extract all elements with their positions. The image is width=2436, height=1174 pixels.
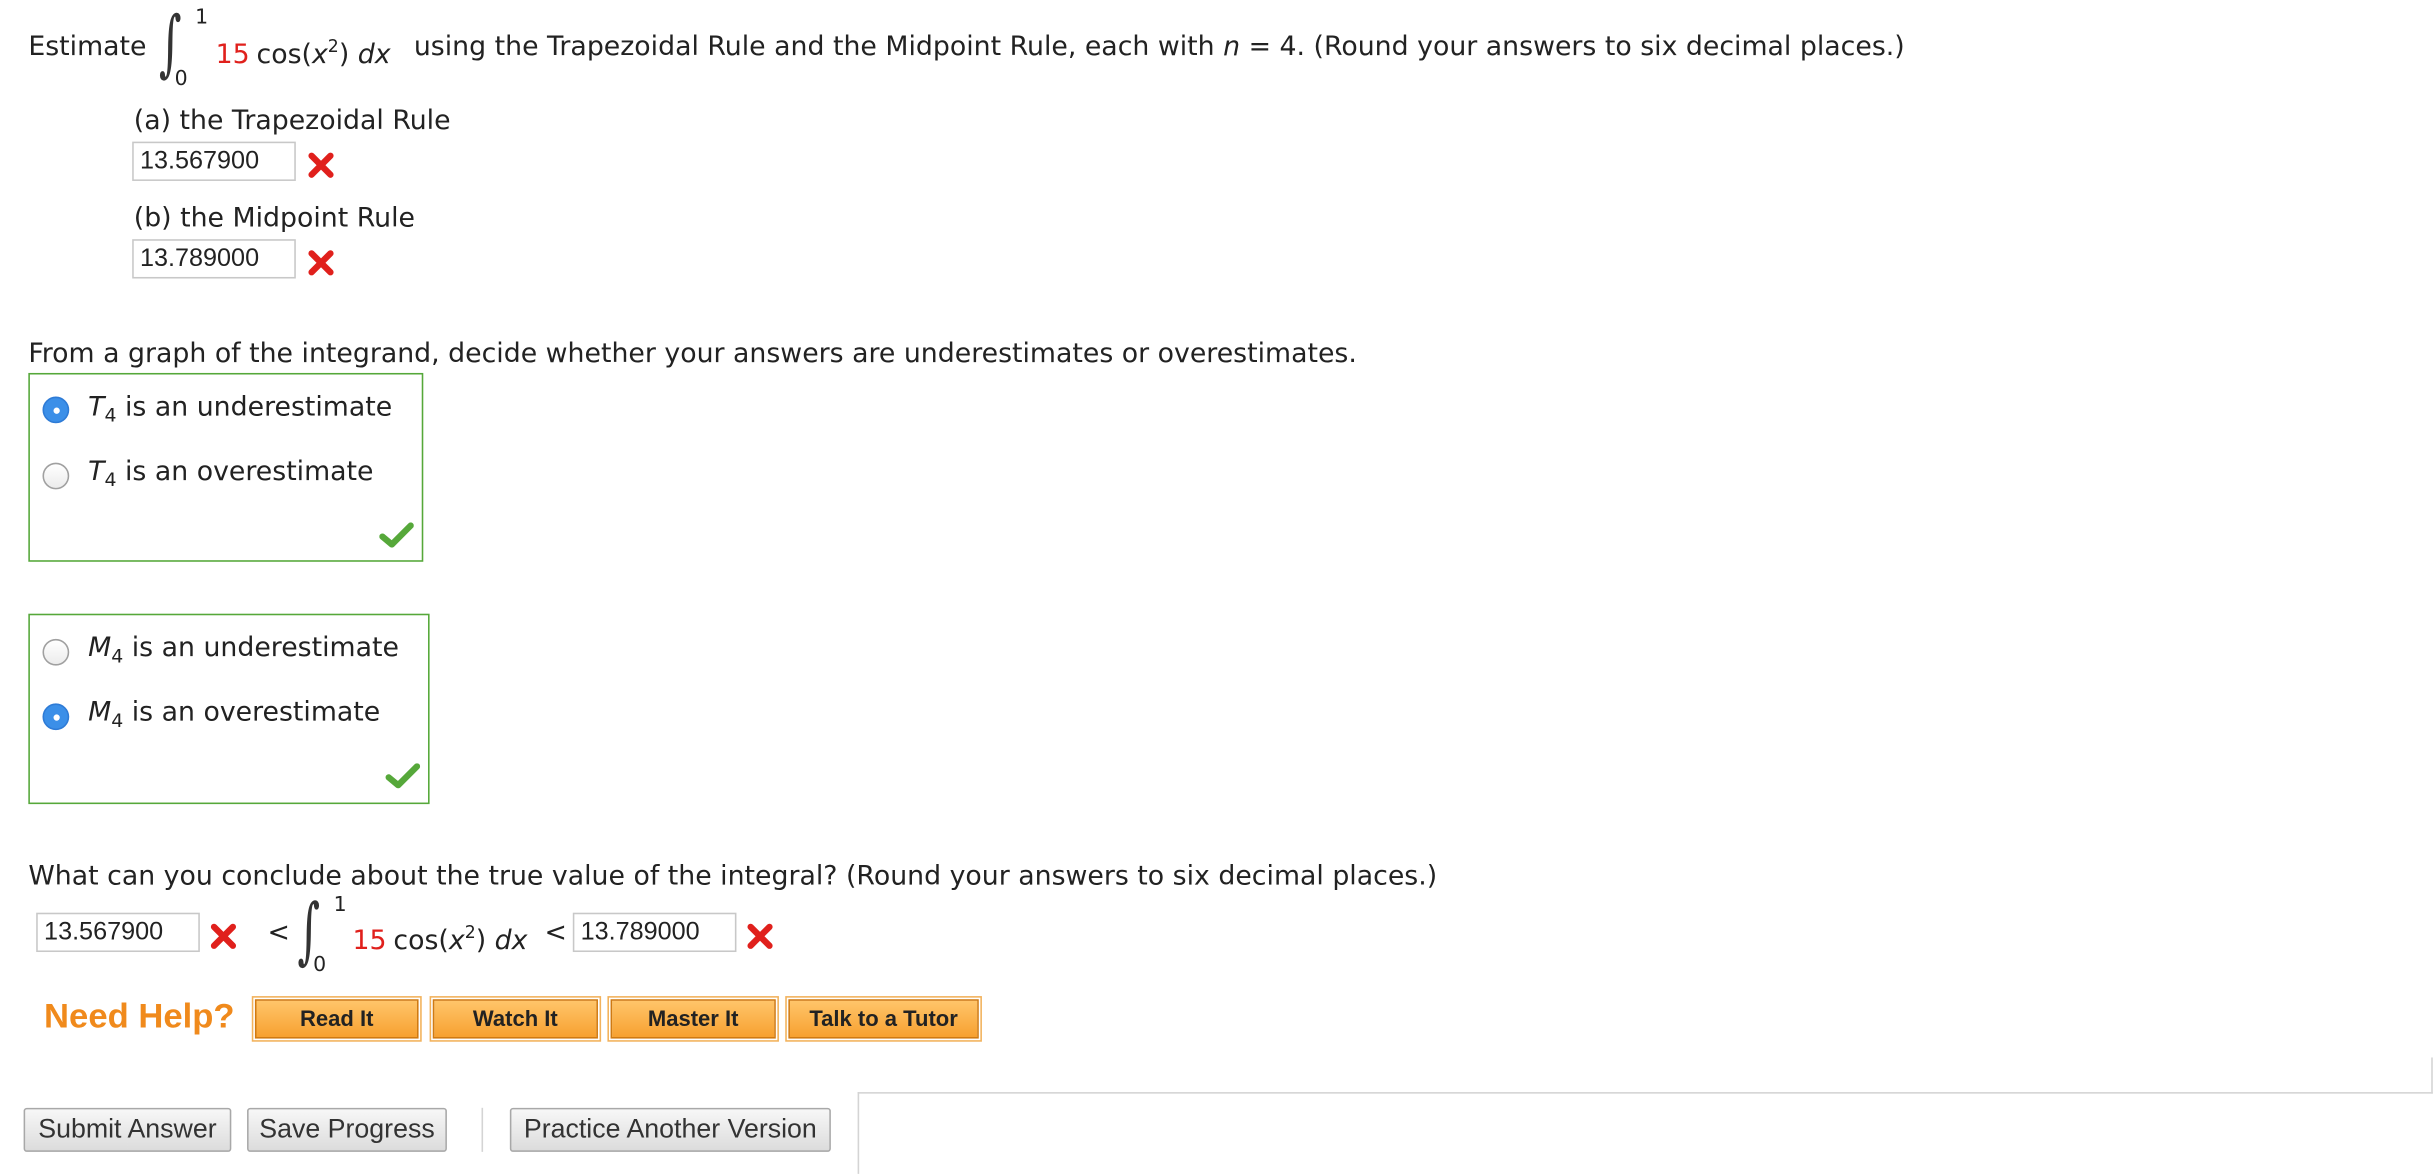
footer-divider bbox=[2431, 1057, 2433, 1094]
upper-bound-input[interactable]: 13.789000 bbox=[572, 912, 737, 953]
lower-limit: 0 bbox=[313, 953, 327, 978]
upper-limit: 1 bbox=[333, 893, 347, 918]
m4-overestimate-label[interactable]: M4 is an overestimate bbox=[88, 697, 380, 732]
t4-underestimate-label[interactable]: T4 is an underestimate bbox=[88, 392, 392, 427]
m4-underestimate-label[interactable]: M4 is an underestimate bbox=[88, 633, 399, 668]
integrand-coefficient: 15 bbox=[215, 39, 250, 71]
trapezoidal-answer-input[interactable]: 13.567900 bbox=[132, 141, 296, 181]
t4-choice-group: T4 is an underestimate T4 is an overesti… bbox=[28, 372, 424, 562]
m4-overestimate-radio[interactable] bbox=[42, 703, 70, 731]
estimate-word: Estimate bbox=[28, 31, 147, 63]
need-help-title: Need Help? bbox=[44, 996, 235, 1036]
integrand-expression: cos(x2) dx bbox=[256, 36, 391, 71]
m4-choice-group: M4 is an underestimate M4 is an overesti… bbox=[28, 613, 430, 805]
footer-divider bbox=[857, 1092, 860, 1174]
midpoint-answer-input[interactable]: 13.789000 bbox=[132, 239, 296, 279]
part-a-label: (a) the Trapezoidal Rule bbox=[133, 105, 451, 137]
incorrect-x-icon bbox=[747, 923, 773, 949]
part-b-label: (b) the Midpoint Rule bbox=[133, 202, 415, 235]
incorrect-x-icon bbox=[308, 152, 334, 178]
t4-overestimate-label[interactable]: T4 is an overestimate bbox=[88, 456, 373, 491]
master-it-button[interactable]: Master It bbox=[607, 996, 779, 1042]
practice-another-version-button[interactable]: Practice Another Version bbox=[509, 1107, 831, 1152]
m4-underestimate-radio[interactable] bbox=[42, 638, 70, 666]
correct-check-icon bbox=[379, 522, 414, 548]
question-instruction: using the Trapezoidal Rule and the Midpo… bbox=[413, 31, 1905, 63]
read-it-button[interactable]: Read It bbox=[251, 996, 422, 1042]
button-separator bbox=[481, 1107, 484, 1152]
less-than-symbol: < bbox=[544, 917, 567, 949]
t4-overestimate-radio[interactable] bbox=[42, 462, 70, 490]
integrand-expression: cos(x2) dx bbox=[393, 922, 528, 957]
lower-limit: 0 bbox=[174, 67, 188, 92]
integrand-coefficient: 15 bbox=[352, 925, 387, 957]
submit-answer-button[interactable]: Submit Answer bbox=[23, 1107, 232, 1152]
save-progress-button[interactable]: Save Progress bbox=[247, 1107, 447, 1152]
t4-underestimate-radio[interactable] bbox=[42, 396, 70, 424]
incorrect-x-icon bbox=[210, 923, 237, 949]
lower-bound-input[interactable]: 13.567900 bbox=[36, 912, 200, 953]
question-panel: Estimate 1 ∫ 0 15 cos(x2) dx using the T… bbox=[0, 0, 2436, 1174]
watch-it-button[interactable]: Watch It bbox=[429, 996, 602, 1042]
less-than-symbol: < bbox=[267, 917, 290, 949]
footer-divider bbox=[857, 1092, 2433, 1094]
correct-check-icon bbox=[385, 763, 421, 789]
upper-limit: 1 bbox=[195, 6, 209, 30]
graph-prompt: From a graph of the integrand, decide wh… bbox=[28, 338, 1357, 370]
conclude-prompt: What can you conclude about the true val… bbox=[28, 860, 1438, 893]
talk-to-tutor-button[interactable]: Talk to a Tutor bbox=[785, 996, 982, 1042]
incorrect-x-icon bbox=[308, 250, 334, 276]
